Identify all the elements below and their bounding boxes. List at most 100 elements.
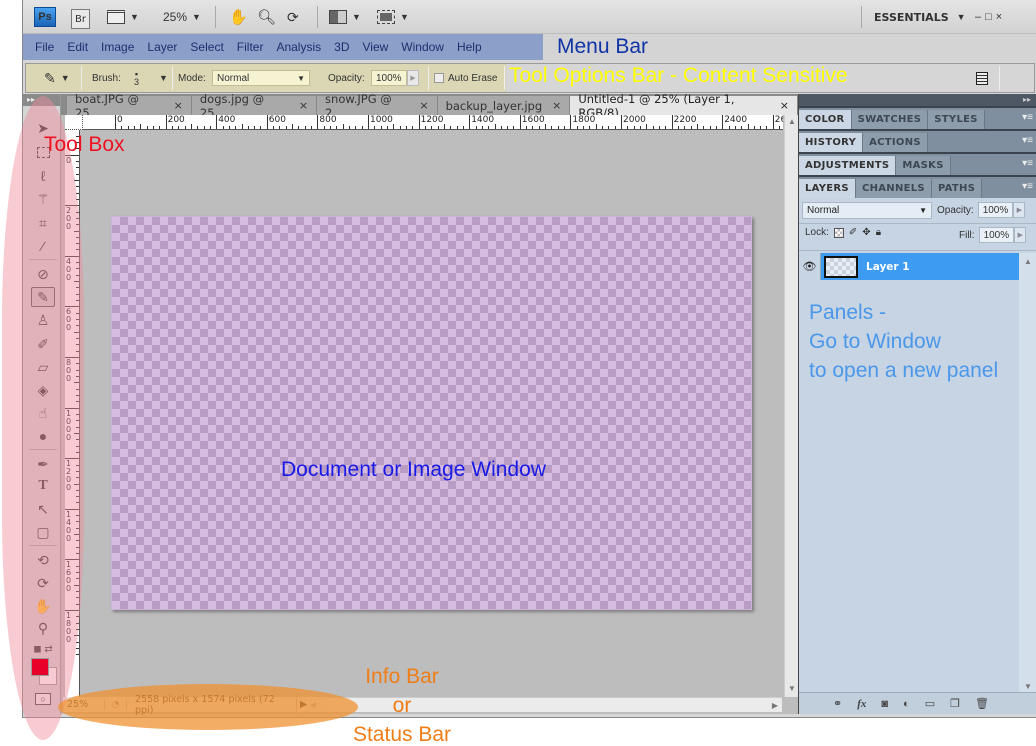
- tab-adjustments[interactable]: ADJUSTMENTS: [799, 156, 897, 175]
- history-brush-tool[interactable]: ✐: [31, 334, 55, 354]
- horizontal-ruler[interactable]: 0 200 400 600 800 1000 1200 1400 1600 1800 2000 220…: [83, 115, 783, 130]
- view-extras-button[interactable]: ▼: [107, 7, 139, 27]
- eraser-tool[interactable]: ▱: [31, 357, 55, 377]
- menu-help[interactable]: Help: [457, 40, 482, 54]
- close-tab-icon[interactable]: ×: [552, 99, 561, 112]
- document-tab-active[interactable]: Untitled-1 @ 25% (Layer 1, RGB/8) ×: [570, 92, 798, 120]
- dodge-tool[interactable]: ●: [31, 426, 55, 446]
- panel-options-button[interactable]: [976, 70, 988, 86]
- scroll-down-icon[interactable]: ▼: [788, 684, 796, 693]
- brush-picker[interactable]: ▪ 3: [134, 70, 139, 87]
- workspace-switcher[interactable]: ESSENTIALS ▼: [874, 7, 966, 27]
- panel-menu-icon[interactable]: ▾≡: [1022, 181, 1033, 192]
- shape-tool[interactable]: ▢: [31, 522, 55, 542]
- blur-tool[interactable]: ☝: [31, 403, 55, 423]
- menu-filter[interactable]: Filter: [237, 40, 264, 54]
- tab-actions[interactable]: ACTIONS: [863, 133, 928, 152]
- pen-tool[interactable]: ✒: [31, 454, 55, 474]
- vertical-ruler[interactable]: 200020040060080010001200140016001800: [65, 130, 80, 706]
- 3d-rotate-tool[interactable]: ⟲: [31, 550, 55, 570]
- screen-mode-button[interactable]: ▼: [377, 7, 409, 27]
- rotate-view-button[interactable]: ⟳: [287, 7, 299, 27]
- lock-all-icon[interactable]: 🔒︎: [876, 227, 881, 238]
- auto-erase-checkbox[interactable]: Auto Erase: [434, 70, 497, 86]
- opacity-input[interactable]: 100%: [371, 70, 407, 86]
- crop-tool[interactable]: ⌗: [31, 213, 55, 233]
- menu-image[interactable]: Image: [101, 40, 134, 54]
- foreground-color-swatch[interactable]: [31, 658, 49, 676]
- maximize-button[interactable]: □: [985, 11, 996, 23]
- adjustment-layer-icon[interactable]: ◐: [903, 698, 910, 710]
- quick-mask-button[interactable]: ○: [35, 693, 51, 705]
- layer-opacity-input[interactable]: 100%: [977, 202, 1014, 218]
- document-tab[interactable]: boat.JPG @ 25... ×: [67, 92, 192, 120]
- status-zoom[interactable]: 25%: [63, 699, 105, 710]
- layer-mask-icon[interactable]: ◙: [881, 698, 888, 710]
- magic-wand-tool[interactable]: ⚚: [31, 189, 55, 209]
- panel-menu-icon[interactable]: ▾≡: [1022, 158, 1033, 169]
- collapse-panels-icon[interactable]: ▸▸: [799, 94, 1036, 106]
- paint-bucket-tool[interactable]: ◈: [31, 380, 55, 400]
- lock-position-icon[interactable]: ✥: [862, 227, 870, 238]
- tool-preset-picker[interactable]: ✎ ▼: [44, 70, 70, 86]
- link-layers-icon[interactable]: ⚭: [833, 697, 842, 710]
- fill-slider-button[interactable]: ▶: [1014, 227, 1027, 243]
- close-tab-icon[interactable]: ×: [419, 99, 428, 112]
- panel-menu-icon[interactable]: ▾≡: [1022, 112, 1033, 123]
- blend-mode-dropdown[interactable]: Normal ▼: [802, 202, 932, 219]
- hand-tool[interactable]: ✋: [31, 596, 55, 616]
- menu-layer[interactable]: Layer: [147, 40, 177, 54]
- clone-stamp-tool[interactable]: ♙: [31, 310, 55, 330]
- menu-window[interactable]: Window: [401, 40, 444, 54]
- close-tab-icon[interactable]: ×: [299, 99, 308, 112]
- new-layer-icon[interactable]: ❐: [950, 697, 960, 710]
- transparent-canvas[interactable]: [111, 216, 752, 610]
- collapse-toolbox-icon[interactable]: ▸▸: [23, 94, 60, 106]
- layer-row-selected[interactable]: 👁︎ Layer 1: [799, 253, 1019, 280]
- menu-analysis[interactable]: Analysis: [276, 40, 321, 54]
- scroll-up-icon[interactable]: ▲: [1024, 257, 1032, 266]
- lock-transparency-icon[interactable]: [833, 227, 844, 238]
- tab-swatches[interactable]: SWATCHES: [851, 110, 929, 129]
- document-tab[interactable]: backup_layer.jpg ×: [437, 96, 571, 115]
- tab-color[interactable]: COLOR: [799, 110, 852, 129]
- default-colors-button[interactable]: ◼ ⇄: [31, 639, 55, 659]
- scroll-up-icon[interactable]: ▲: [788, 117, 796, 126]
- healing-brush-tool[interactable]: ⊘: [31, 264, 55, 284]
- tab-history[interactable]: HISTORY: [799, 133, 864, 152]
- tab-paths[interactable]: PATHS: [931, 179, 983, 198]
- menu-edit[interactable]: Edit: [67, 40, 88, 54]
- zoom-level-dropdown[interactable]: 25% ▼: [163, 7, 201, 27]
- hand-tool-button[interactable]: ✋: [229, 7, 248, 27]
- panel-menu-icon[interactable]: ▾≡: [1022, 135, 1033, 146]
- ruler-origin[interactable]: [65, 115, 83, 130]
- menu-file[interactable]: File: [35, 40, 54, 54]
- type-tool[interactable]: T: [31, 476, 55, 496]
- close-tab-icon[interactable]: ×: [174, 99, 183, 112]
- tab-masks[interactable]: MASKS: [896, 156, 951, 175]
- vertical-scrollbar[interactable]: ▲ ▼: [784, 115, 798, 697]
- scroll-right-icon[interactable]: ▶: [772, 701, 778, 710]
- menu-select[interactable]: Select: [190, 40, 223, 54]
- close-tab-icon[interactable]: ×: [780, 99, 789, 112]
- fx-icon[interactable]: fx: [857, 698, 866, 710]
- trash-icon[interactable]: 🗑︎: [975, 697, 989, 710]
- layer-opacity-slider-button[interactable]: ▶: [1013, 202, 1026, 218]
- tab-styles[interactable]: STYLES: [928, 110, 985, 129]
- mode-dropdown[interactable]: Normal ▼: [212, 70, 310, 86]
- scroll-down-icon[interactable]: ▼: [1024, 682, 1032, 691]
- menu-3d[interactable]: 3D: [334, 40, 349, 54]
- tab-channels[interactable]: CHANNELS: [855, 179, 932, 198]
- launch-bridge-button[interactable]: Br: [71, 9, 90, 29]
- eye-icon[interactable]: 👁︎: [799, 253, 821, 280]
- opacity-slider-button[interactable]: ▶: [407, 70, 419, 86]
- tab-layers[interactable]: LAYERS: [799, 179, 856, 198]
- pencil-tool[interactable]: ✎: [31, 287, 55, 307]
- 3d-orbit-tool[interactable]: ⟳: [31, 573, 55, 593]
- arrange-documents-button[interactable]: ▼: [329, 7, 361, 27]
- status-menu-arrow-icon[interactable]: ▶: [297, 699, 307, 710]
- fill-input[interactable]: 100%: [978, 227, 1015, 243]
- eyedropper-tool[interactable]: ⁄: [31, 236, 55, 256]
- zoom-tool[interactable]: ⚲: [31, 618, 55, 638]
- document-tab[interactable]: snow.JPG @ 2... ×: [317, 92, 438, 120]
